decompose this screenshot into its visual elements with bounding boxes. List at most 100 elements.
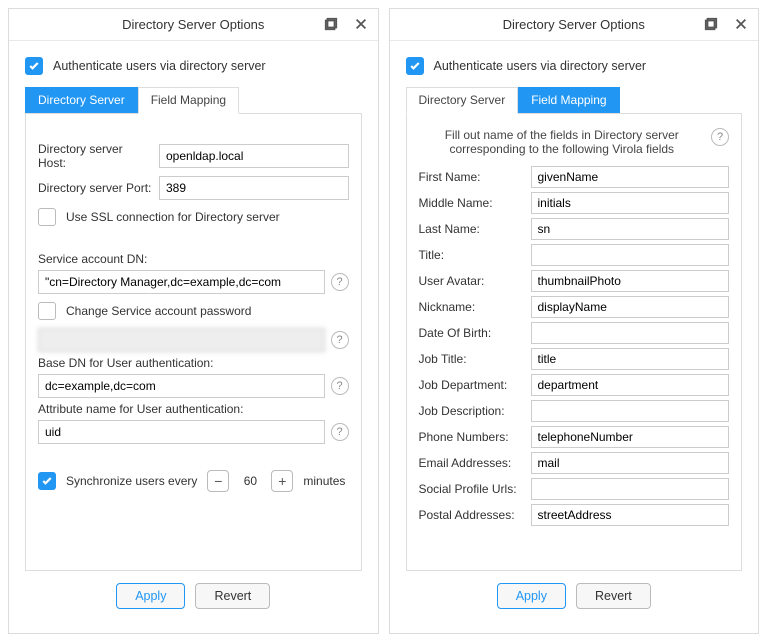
apply-button[interactable]: Apply (497, 583, 566, 609)
window-title: Directory Server Options (503, 17, 645, 32)
ssl-checkbox[interactable] (38, 208, 56, 226)
base-dn-input[interactable] (38, 374, 325, 398)
attr-label: Attribute name for User authentication: (38, 402, 349, 416)
mapping-label: Nickname: (419, 300, 525, 314)
mapping-label: First Name: (419, 170, 525, 184)
titlebar: Directory Server Options (390, 9, 759, 41)
mapping-input[interactable] (531, 322, 730, 344)
mapping-label: Middle Name: (419, 196, 525, 210)
auth-checkbox[interactable] (406, 57, 424, 75)
mapping-label: Job Description: (419, 404, 525, 418)
host-input[interactable] (159, 144, 349, 168)
mapping-input[interactable] (531, 452, 730, 474)
tab-field-mapping[interactable]: Field Mapping (518, 87, 619, 113)
close-icon[interactable] (730, 13, 752, 35)
mapping-row: Title: (419, 244, 730, 266)
revert-button[interactable]: Revert (195, 583, 270, 609)
mapping-input[interactable] (531, 296, 730, 318)
mapping-input[interactable] (531, 166, 730, 188)
sync-row: Synchronize users every − 60 + minutes (38, 470, 349, 492)
window-field-mapping: Directory Server Options Authenticate us… (389, 8, 760, 634)
revert-button[interactable]: Revert (576, 583, 651, 609)
ssl-label: Use SSL connection for Directory server (66, 210, 280, 224)
mapping-row: Postal Addresses: (419, 504, 730, 526)
mapping-row: Social Profile Urls: (419, 478, 730, 500)
auth-checkbox-row: Authenticate users via directory server (25, 57, 362, 75)
mapping-row: Last Name: (419, 218, 730, 240)
window-directory-server: Directory Server Options Authenticate us… (8, 8, 379, 634)
service-dn-input[interactable] (38, 270, 325, 294)
sync-stepper: − 60 + (207, 470, 293, 492)
tab-directory-server[interactable]: Directory Server (406, 87, 519, 114)
mapping-label: User Avatar: (419, 274, 525, 288)
tab-body-directory-server: Directory server Host: Directory server … (25, 114, 362, 571)
help-icon[interactable]: ? (331, 377, 349, 395)
mapping-row: Nickname: (419, 296, 730, 318)
auth-checkbox-label: Authenticate users via directory server (434, 59, 647, 73)
help-icon[interactable]: ? (331, 423, 349, 441)
mapping-label: Phone Numbers: (419, 430, 525, 444)
mapping-row: Phone Numbers: (419, 426, 730, 448)
instruction-text: Fill out name of the fields in Directory… (419, 128, 730, 156)
tab-body-field-mapping: Fill out name of the fields in Directory… (406, 114, 743, 571)
sync-checkbox[interactable] (38, 472, 56, 490)
password-input[interactable] (38, 328, 325, 352)
service-dn-label: Service account DN: (38, 252, 349, 266)
port-label: Directory server Port: (38, 181, 153, 195)
mapping-input[interactable] (531, 478, 730, 500)
mapping-row: Date Of Birth: (419, 322, 730, 344)
auth-checkbox[interactable] (25, 57, 43, 75)
mapping-label: Social Profile Urls: (419, 482, 525, 496)
close-icon[interactable] (350, 13, 372, 35)
mapping-input[interactable] (531, 218, 730, 240)
mapping-input[interactable] (531, 270, 730, 292)
tabs: Directory Server Field Mapping (25, 87, 362, 114)
detach-icon[interactable] (320, 13, 342, 35)
mapping-row: Middle Name: (419, 192, 730, 214)
window-title: Directory Server Options (122, 17, 264, 32)
mapping-label: Title: (419, 248, 525, 262)
mapping-input[interactable] (531, 426, 730, 448)
titlebar: Directory Server Options (9, 9, 378, 41)
mapping-row: Job Description: (419, 400, 730, 422)
mapping-label: Date Of Birth: (419, 326, 525, 340)
plus-icon[interactable]: + (271, 470, 293, 492)
mapping-input[interactable] (531, 374, 730, 396)
titlebar-actions (700, 13, 752, 35)
sync-label: Synchronize users every (66, 474, 197, 488)
port-input[interactable] (159, 176, 349, 200)
detach-icon[interactable] (700, 13, 722, 35)
mapping-row: Job Department: (419, 374, 730, 396)
auth-checkbox-label: Authenticate users via directory server (53, 59, 266, 73)
mapping-label: Job Department: (419, 378, 525, 392)
auth-checkbox-row: Authenticate users via directory server (406, 57, 743, 75)
mapping-list: First Name: Middle Name: Last Name: Title: U… (419, 166, 730, 526)
minus-icon[interactable]: − (207, 470, 229, 492)
mapping-label: Email Addresses: (419, 456, 525, 470)
content: Authenticate users via directory server … (9, 41, 378, 633)
attr-input[interactable] (38, 420, 325, 444)
tab-field-mapping[interactable]: Field Mapping (138, 87, 239, 114)
tab-directory-server[interactable]: Directory Server (25, 87, 138, 113)
mapping-label: Postal Addresses: (419, 508, 525, 522)
change-password-checkbox[interactable] (38, 302, 56, 320)
base-dn-label: Base DN for User authentication: (38, 356, 349, 370)
host-label: Directory server Host: (38, 142, 153, 170)
mapping-label: Last Name: (419, 222, 525, 236)
mapping-input[interactable] (531, 504, 730, 526)
help-icon[interactable]: ? (331, 273, 349, 291)
help-icon[interactable]: ? (711, 128, 729, 146)
mapping-input[interactable] (531, 192, 730, 214)
mapping-row: First Name: (419, 166, 730, 188)
mapping-input[interactable] (531, 400, 730, 422)
apply-button[interactable]: Apply (116, 583, 185, 609)
content: Authenticate users via directory server … (390, 41, 759, 633)
footer: Apply Revert (25, 571, 362, 623)
footer: Apply Revert (406, 571, 743, 623)
mapping-row: Job Title: (419, 348, 730, 370)
mapping-input[interactable] (531, 348, 730, 370)
mapping-input[interactable] (531, 244, 730, 266)
mapping-label: Job Title: (419, 352, 525, 366)
titlebar-actions (320, 13, 372, 35)
help-icon[interactable]: ? (331, 331, 349, 349)
